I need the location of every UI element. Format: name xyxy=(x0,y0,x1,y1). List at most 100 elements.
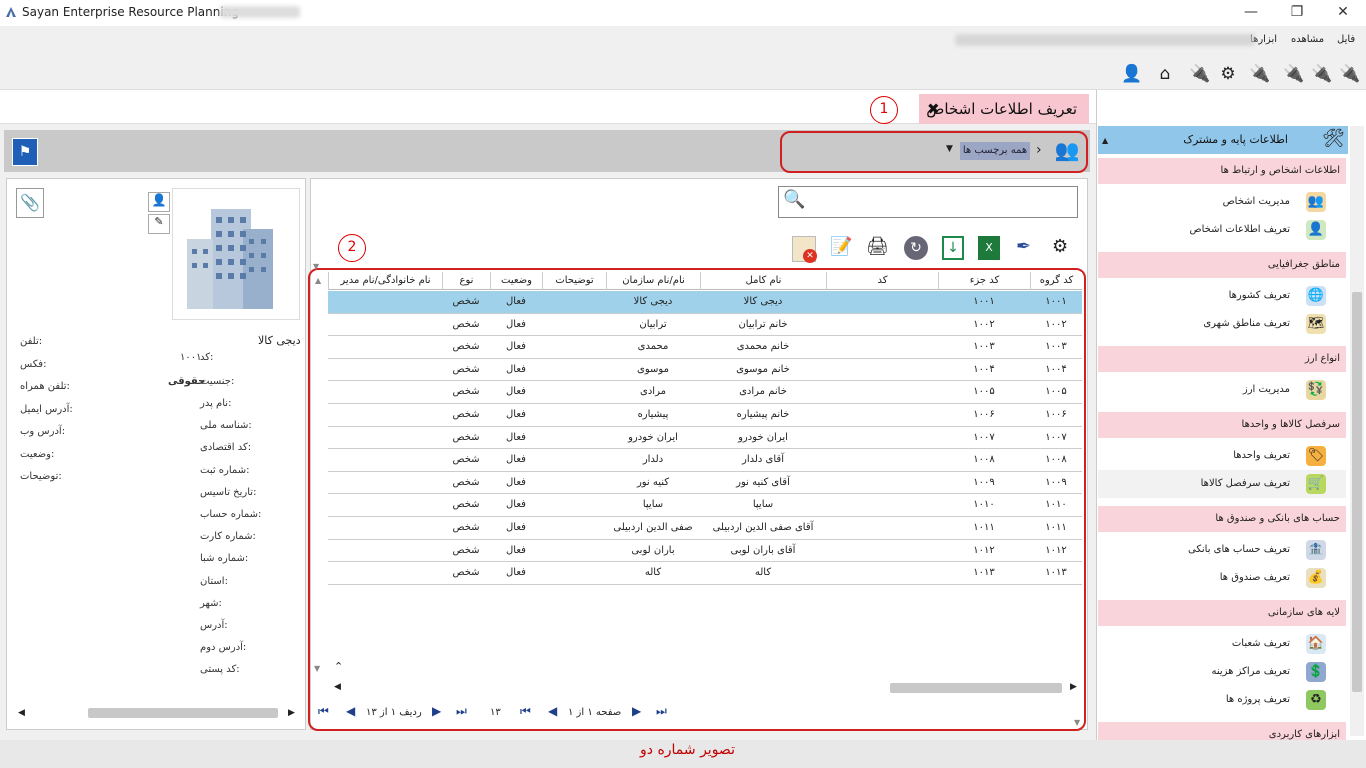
settings-gear-icon[interactable]: ⚙ xyxy=(1216,62,1240,86)
sidebar-section-title[interactable]: مناطق جغرافیایی xyxy=(1098,252,1346,278)
expand-up-icon[interactable]: ⌃ xyxy=(334,660,343,673)
grid-settings-icon[interactable]: ⚙ xyxy=(1052,236,1068,257)
pager-next-page-icon[interactable]: ▶ xyxy=(632,704,641,718)
bookmark-icon[interactable]: ⚑ xyxy=(12,138,38,166)
plugin-check-icon[interactable]: 🔌 xyxy=(1282,62,1306,86)
plugin-download-icon[interactable]: 🔌 xyxy=(1188,62,1212,86)
sidebar-scrollbar[interactable] xyxy=(1350,126,1364,736)
table-cell: فعال xyxy=(506,431,526,443)
col-status[interactable]: وضعیت xyxy=(490,272,542,290)
download-icon[interactable]: ↓ xyxy=(942,236,964,260)
col-part-code[interactable]: کد جزء xyxy=(938,272,1030,290)
maximize-button[interactable]: ❐ xyxy=(1274,0,1320,26)
sidebar-item[interactable]: 💱 مدیریت ارز xyxy=(1098,376,1346,404)
sidebar-item[interactable]: 🏦 تعریف حساب های بانکی xyxy=(1098,536,1346,564)
tab-person-definition[interactable]: ✖ تعریف اطلاعات اشخاص xyxy=(919,94,1089,124)
home-icon[interactable]: ⌂ xyxy=(1153,62,1177,86)
table-row[interactable]: ۱۰۰۱ ۱۰۰۱ دیجی کالا دیجی کالا فعال شخص xyxy=(328,291,1082,314)
sidebar-collapse-icon[interactable]: ▲ xyxy=(1102,136,1108,145)
grid-menu-icon[interactable]: ▼ xyxy=(313,262,319,271)
sidebar-item[interactable]: ♻ تعریف پروژه ها xyxy=(1098,686,1346,714)
pager-last-row-icon[interactable]: ⏭ xyxy=(456,704,467,719)
sidebar-header[interactable]: اطلاعات پایه و مشترک xyxy=(1098,126,1348,154)
sidebar-section-title[interactable]: حساب های بانکی و صندوق ها xyxy=(1098,506,1346,532)
table-row[interactable]: ۱۰۱۰ ۱۰۱۰ سایپا سایپا فعال شخص xyxy=(328,494,1082,517)
user-icon[interactable]: 👤 xyxy=(1120,62,1144,86)
grid-scroll-down[interactable]: ▼ xyxy=(1074,718,1080,727)
pager-next-row-icon[interactable]: ▶ xyxy=(432,704,441,718)
table-cell: شخص xyxy=(452,476,480,488)
tools-icon: 🛠 xyxy=(1322,128,1345,149)
table-row[interactable]: ۱۰۰۸ ۱۰۰۸ آقای دلدار دلدار فعال شخص xyxy=(328,449,1082,472)
table-row[interactable]: ۱۰۰۹ ۱۰۰۹ آقای کنیه نور کنیه نور فعال شخص xyxy=(328,472,1082,495)
col-full-name[interactable]: نام کامل xyxy=(700,272,826,290)
col-org-name[interactable]: نام/نام سازمان xyxy=(606,272,700,290)
grid-scroll-right[interactable]: ▶ xyxy=(1070,682,1077,692)
sidebar-item[interactable]: 👤 تعریف اطلاعات اشخاص xyxy=(1098,216,1346,244)
sidebar-item[interactable]: 💲 تعریف مراکز هزینه xyxy=(1098,658,1346,686)
table-row[interactable]: ۱۰۱۱ ۱۰۱۱ آقای صفی الدین اردبیلی صفی الدین … xyxy=(328,517,1082,540)
pager-first-page-icon[interactable]: ⏮ xyxy=(520,704,531,719)
plugin-remove-icon[interactable]: 🔌 xyxy=(1310,62,1334,86)
edit-pencil-icon[interactable]: ✎ xyxy=(148,214,170,234)
refresh-icon[interactable]: ↻ xyxy=(904,236,928,260)
pager-first-row-icon[interactable]: ⏮ xyxy=(318,704,329,719)
minimize-button[interactable]: — xyxy=(1228,0,1274,26)
table-row[interactable]: ۱۰۰۵ ۱۰۰۵ خانم مرادی مرادی فعال شخص xyxy=(328,381,1082,404)
table-row[interactable]: ۱۰۰۷ ۱۰۰۷ ایران خودرو ایران خودرو فعال شخص xyxy=(328,427,1082,450)
pager-prev-row-icon[interactable]: ◀ xyxy=(346,704,355,718)
plugin-add-icon[interactable]: 🔌 xyxy=(1338,62,1362,86)
sidebar-item-label: تعریف پروژه ها xyxy=(1225,694,1290,705)
table-row[interactable]: ۱۰۰۴ ۱۰۰۴ خانم موسوی موسوی فعال شخص xyxy=(328,359,1082,382)
grid-scroll-left[interactable]: ◀ xyxy=(334,682,341,692)
pager-prev-page-icon[interactable]: ◀ xyxy=(548,704,557,718)
col-code[interactable]: کد xyxy=(826,272,938,290)
pen-icon[interactable]: ✒ xyxy=(1016,236,1031,257)
sidebar-section-title[interactable]: اطلاعات اشخاص و ارتباط ها xyxy=(1098,158,1346,184)
menu-file[interactable]: فایل xyxy=(1337,34,1355,45)
plugin-info-icon[interactable]: 🔌 xyxy=(1248,62,1272,86)
sidebar-item[interactable]: 🗺 تعریف مناطق شهری xyxy=(1098,310,1346,338)
table-row[interactable]: ۱۰۱۲ ۱۰۱۲ آقای باران لوبی باران لوبی فعال شخص xyxy=(328,540,1082,563)
sidebar-section-title[interactable]: لایه های سازمانی xyxy=(1098,600,1346,626)
table-row[interactable]: ۱۰۰۳ ۱۰۰۳ خانم محمدی محمدی فعال شخص xyxy=(328,336,1082,359)
tag-filter-select[interactable]: همه برچسب ها xyxy=(960,142,1030,160)
sort-up-icon[interactable]: ▲ xyxy=(315,276,321,285)
menu-view[interactable]: مشاهده xyxy=(1291,34,1324,45)
delete-icon[interactable]: ✕ xyxy=(792,236,817,263)
sidebar-item[interactable]: 🌐 تعریف کشورها xyxy=(1098,282,1346,310)
table-cell: ۱۰۰۳ xyxy=(1045,341,1067,353)
sidebar-section-title[interactable]: انواع ارز xyxy=(1098,346,1346,372)
detail-contact-label: آدرس وب: xyxy=(20,426,66,437)
edit-icon[interactable]: 📝 xyxy=(830,236,852,257)
col-description[interactable]: توضیحات xyxy=(542,272,606,290)
tab-close-icon[interactable]: ✖ xyxy=(927,94,940,124)
detail-scroll-right[interactable]: ▶ xyxy=(288,708,295,718)
attachment-icon[interactable]: 📎 xyxy=(16,188,44,218)
table-row[interactable]: ۱۰۰۲ ۱۰۰۲ خانم ترابیان ترابیان فعال شخص xyxy=(328,314,1082,337)
col-group-code[interactable]: کد گروه xyxy=(1030,272,1082,290)
sidebar-item[interactable]: 🛒 تعریف سرفصل کالاها xyxy=(1098,470,1346,498)
pager-last-page-icon[interactable]: ⏭ xyxy=(656,704,667,719)
table-cell: کاله xyxy=(754,567,772,579)
grid-scrollbar[interactable] xyxy=(890,683,1062,693)
detail-scrollbar[interactable] xyxy=(88,708,278,718)
print-icon[interactable]: 🖨 xyxy=(866,236,889,257)
table-row[interactable]: ۱۰۱۳ ۱۰۱۳ کاله کاله فعال شخص xyxy=(328,562,1082,585)
person-icon[interactable]: 👤 xyxy=(148,192,170,212)
sidebar-item[interactable]: 💰 تعریف صندوق ها xyxy=(1098,564,1346,592)
excel-export-icon[interactable]: X xyxy=(978,236,1000,260)
collapse-down-icon[interactable]: ▼ xyxy=(314,664,320,673)
table-row[interactable]: ۱۰۰۶ ۱۰۰۶ خانم پیشیاره پیشیاره فعال شخص xyxy=(328,404,1082,427)
sidebar-item[interactable]: 🏷 تعریف واحدها xyxy=(1098,442,1346,470)
chevron-down-icon[interactable]: ▼ xyxy=(946,144,953,154)
sidebar-scroll-thumb[interactable] xyxy=(1352,292,1362,692)
detail-scroll-left[interactable]: ◀ xyxy=(18,708,25,718)
sidebar-section-title[interactable]: سرفصل کالاها و واحدها xyxy=(1098,412,1346,438)
search-input[interactable]: 🔍 xyxy=(778,186,1078,218)
close-window-button[interactable]: ✕ xyxy=(1320,0,1366,26)
sidebar-item[interactable]: 🏠 تعریف شعبات xyxy=(1098,630,1346,658)
col-type[interactable]: نوع xyxy=(442,272,490,290)
sidebar-item[interactable]: 👥 مدیریت اشخاص xyxy=(1098,188,1346,216)
col-lastname[interactable]: نام خانوادگی/نام مدیر xyxy=(328,272,442,290)
